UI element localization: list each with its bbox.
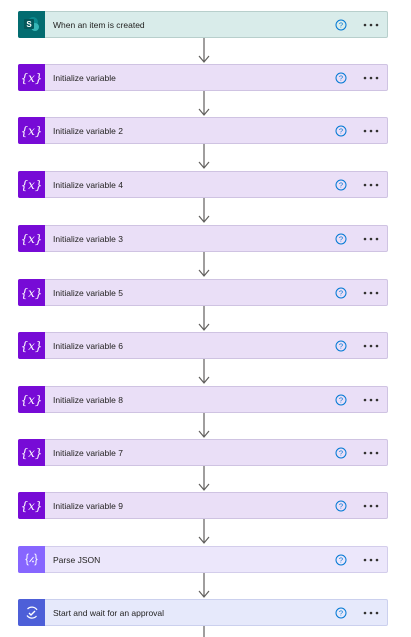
more-options-button[interactable] [360,286,382,300]
step-title: When an item is created [53,19,145,30]
connector-arrow [198,466,210,491]
sharepoint-badge-letter: S [26,20,32,29]
sharepoint-icon: S [18,11,45,38]
variable-icon: {x} [18,171,45,198]
svg-text:?: ? [339,501,343,510]
svg-text:?: ? [339,341,343,350]
help-icon[interactable]: ? [334,339,348,353]
connector-arrow [198,38,210,63]
step-title: Initialize variable 6 [53,340,123,351]
step-card-variable[interactable]: {x} Initialize variable 8 ? [18,386,388,413]
help-icon[interactable]: ? [334,446,348,460]
more-options-button[interactable] [360,178,382,192]
svg-text:?: ? [339,395,343,404]
step-title: Initialize variable 5 [53,287,123,298]
step-card-variable[interactable]: {x} Initialize variable 5 ? [18,279,388,306]
approval-icon [18,599,45,626]
connector-arrow [198,413,210,438]
help-icon[interactable]: ? [334,499,348,513]
svg-text:?: ? [339,20,343,29]
more-options-button[interactable] [360,339,382,353]
ellipsis-icon [363,23,379,26]
svg-text:?: ? [339,288,343,297]
step-title: Parse JSON [53,554,101,565]
variable-icon: {x} [18,386,45,413]
variable-icon: {x} [18,332,45,359]
step-title: Initialize variable [53,72,116,83]
connector-arrow [198,573,210,598]
ellipsis-icon [363,398,379,401]
help-icon[interactable]: ? [334,124,348,138]
more-options-button[interactable] [360,232,382,246]
help-icon[interactable]: ? [334,286,348,300]
step-card-variable[interactable]: {x} Initialize variable 4 ? [18,171,388,198]
ellipsis-icon [363,183,379,186]
variable-icon: {x} [18,117,45,144]
svg-text:?: ? [339,126,343,135]
connector-arrow [198,91,210,116]
more-options-button[interactable] [360,124,382,138]
step-card-parse-json[interactable]: Parse JSON ? [18,546,388,573]
variable-icon: {x} [18,492,45,519]
help-icon[interactable]: ? [334,553,348,567]
step-card-variable[interactable]: {x} Initialize variable 7 ? [18,439,388,466]
step-card-approval[interactable]: Start and wait for an approval ? [18,599,388,626]
more-options-button[interactable] [360,499,382,513]
svg-text:?: ? [339,555,343,564]
step-title: Initialize variable 2 [53,125,123,136]
step-title: Initialize variable 3 [53,233,123,244]
more-options-button[interactable] [360,553,382,567]
ellipsis-icon [363,451,379,454]
step-title: Start and wait for an approval [53,607,165,618]
step-title: Initialize variable 4 [53,179,123,190]
help-icon[interactable]: ? [334,232,348,246]
connector-arrow [198,144,210,169]
help-icon[interactable]: ? [334,606,348,620]
ellipsis-icon [363,291,379,294]
step-title: Initialize variable 8 [53,394,123,405]
step-card-variable[interactable]: {x} Initialize variable ? [18,64,388,91]
svg-text:?: ? [339,234,343,243]
variable-icon: {x} [18,64,45,91]
step-title: Initialize variable 7 [53,447,123,458]
flow-canvas: S When an item is created ? {x} Initiali… [0,0,411,637]
connector-arrow [198,519,210,544]
variable-icon: {x} [18,439,45,466]
step-card-variable[interactable]: {x} Initialize variable 3 ? [18,225,388,252]
svg-text:?: ? [339,73,343,82]
svg-text:?: ? [339,180,343,189]
help-icon[interactable]: ? [334,178,348,192]
help-icon[interactable]: ? [334,18,348,32]
svg-text:?: ? [339,608,343,617]
ellipsis-icon [363,237,379,240]
step-card-variable[interactable]: {x} Initialize variable 9 ? [18,492,388,519]
parse-json-icon [18,546,45,573]
ellipsis-icon [363,344,379,347]
variable-icon: {x} [18,279,45,306]
ellipsis-icon [363,504,379,507]
connector-line [203,626,205,637]
connector-arrow [198,359,210,384]
step-card-variable[interactable]: {x} Initialize variable 6 ? [18,332,388,359]
more-options-button[interactable] [360,606,382,620]
step-card-variable[interactable]: {x} Initialize variable 2 ? [18,117,388,144]
svg-text:?: ? [339,448,343,457]
help-icon[interactable]: ? [334,393,348,407]
ellipsis-icon [363,76,379,79]
ellipsis-icon [363,558,379,561]
step-title: Initialize variable 9 [53,500,123,511]
ellipsis-icon [363,129,379,132]
variable-icon: {x} [18,225,45,252]
help-icon[interactable]: ? [334,71,348,85]
more-options-button[interactable] [360,18,382,32]
connector-arrow [198,306,210,331]
step-card-trigger[interactable]: S When an item is created ? [18,11,388,38]
connector-arrow [198,198,210,223]
more-options-button[interactable] [360,71,382,85]
ellipsis-icon [363,611,379,614]
connector-arrow [198,252,210,277]
more-options-button[interactable] [360,393,382,407]
more-options-button[interactable] [360,446,382,460]
